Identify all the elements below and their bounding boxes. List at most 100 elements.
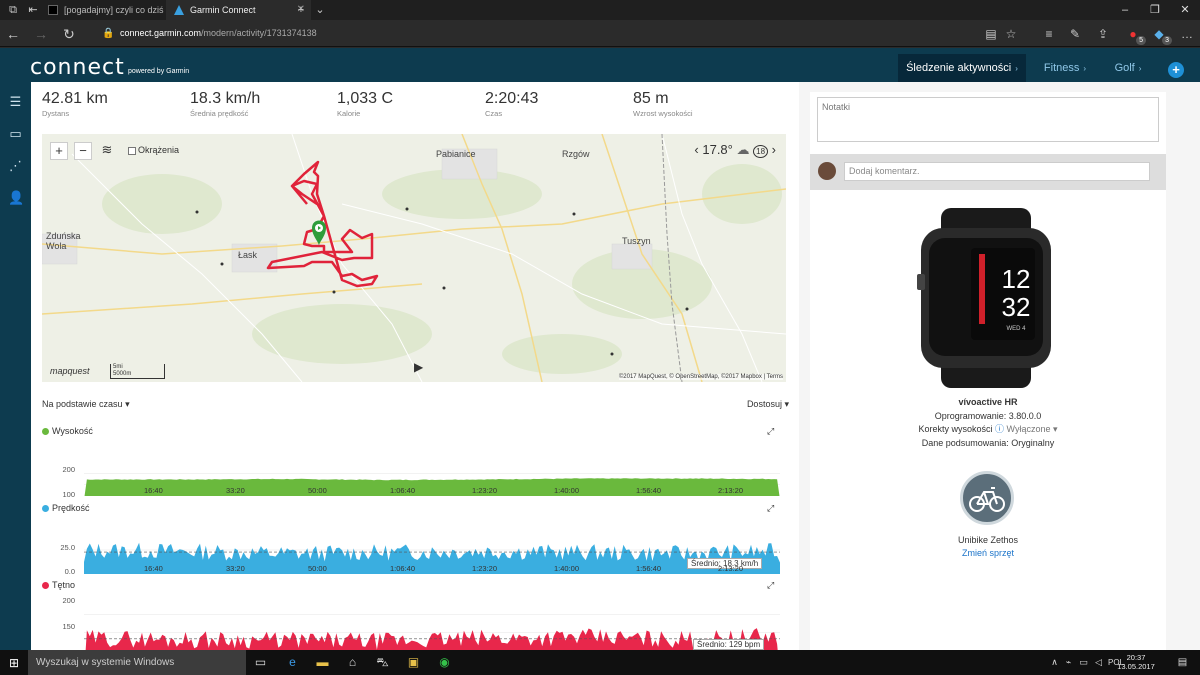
map-copyright[interactable]: ©2017 MapQuest, © OpenStreetMap, ©2017 M… xyxy=(618,374,783,380)
url-path: /modern/activity/1731374138 xyxy=(201,28,317,38)
garmin-favicon-icon xyxy=(174,5,184,15)
change-gear-link[interactable]: Zmień sprzęt xyxy=(810,547,1166,560)
browser-tab-garmin[interactable]: Garmin Connect ✕ xyxy=(166,0,311,20)
app-icon[interactable]: ▣ xyxy=(405,654,422,671)
reading-view-icon[interactable]: ▤ xyxy=(982,25,1000,43)
left-nav-rail: ☰ ▭ ⋰ 👤 xyxy=(0,82,31,650)
hr-chart[interactable] xyxy=(84,597,780,650)
extension-icon[interactable]: ◆ 3 xyxy=(1150,25,1172,45)
expand-speed-icon[interactable]: ⤢ xyxy=(767,503,774,514)
zoom-in-button[interactable]: + xyxy=(50,142,68,160)
taskbar-search[interactable]: Wyszukaj w systemie Windows xyxy=(28,650,246,675)
ublock-extension-icon[interactable]: ● 5 xyxy=(1124,25,1146,45)
weather-widget[interactable]: ‹ 17.8° ☁ 18 › xyxy=(694,142,776,158)
more-menu-icon[interactable]: … xyxy=(1178,25,1196,43)
cloud-icon: ☁ xyxy=(736,142,750,157)
task-view-icon[interactable]: ▭ xyxy=(252,654,269,671)
main-content: 42.81 km Dystans 18.3 km/h Średnia prędk… xyxy=(31,82,1200,650)
comment-bar: Dodaj komentarz. xyxy=(810,154,1166,190)
expand-hr-icon[interactable]: ⤢ xyxy=(767,580,774,591)
elevation-chart[interactable] xyxy=(84,462,780,496)
x-tick: 50:00 xyxy=(308,564,327,573)
laps-checkbox[interactable]: Okrążenia xyxy=(128,145,179,155)
tab-activity-tracking[interactable]: Śledzenie aktywności › xyxy=(898,54,1026,82)
taskbar-clock[interactable]: 20:37 13.05.2017 xyxy=(1116,653,1156,671)
hr-average-label: Średnio: 129 bpm xyxy=(693,639,765,650)
adjust-dropdown[interactable]: Dostosuj ▾ xyxy=(747,399,789,410)
stat-label: Dystans xyxy=(42,109,70,118)
url-field[interactable]: 🔒 connect.garmin.com/modern/activity/173… xyxy=(100,24,970,43)
garmin-header: connect powered by Garmin Śledzenie akty… xyxy=(0,48,1200,82)
watch-image: 12 32 WED 4 xyxy=(917,208,1051,388)
dropdown-label: Dostosuj xyxy=(746,399,782,409)
inbox-icon[interactable]: ▭ xyxy=(8,126,23,141)
stat-label: Średnia prędkość xyxy=(190,109,249,118)
hub-icon[interactable]: ≡ xyxy=(1040,25,1058,43)
tab-manager-icon[interactable]: ⧉ xyxy=(6,3,20,17)
windows-start-icon[interactable]: ⊞ xyxy=(9,656,19,670)
file-explorer-icon[interactable]: ▬ xyxy=(314,654,331,671)
elev-corr-dropdown[interactable]: Wyłączone ▾ xyxy=(1007,424,1058,434)
x-tick: 50:00 xyxy=(308,486,327,495)
x-tick: 1:40:00 xyxy=(554,564,580,573)
close-window-icon[interactable]: ✕ xyxy=(1170,0,1200,20)
clock-time: 20:37 xyxy=(1126,653,1146,662)
map-town-label: Łask xyxy=(238,250,258,260)
tab-list-chevron-icon[interactable]: ⌄ xyxy=(313,3,327,17)
address-bar: ← → ↻ 🔒 connect.garmin.com/modern/activi… xyxy=(0,20,1200,47)
elevation-corrections: Korekty wysokości ⓘ Wyłączone ▾ xyxy=(810,423,1166,437)
tab-fitness[interactable]: Fitness › xyxy=(1030,54,1100,82)
checkbox-icon xyxy=(128,146,136,155)
car-app-icon[interactable]: ⛍ xyxy=(374,654,391,671)
gear-name: Unibike Zethos xyxy=(957,535,1019,545)
y-tick: 200 xyxy=(62,465,75,474)
comment-input[interactable]: Dodaj komentarz. xyxy=(844,162,1150,181)
play-route-icon[interactable]: ▶ xyxy=(414,360,423,374)
weather-prev-icon[interactable]: ‹ xyxy=(694,142,698,157)
browser-tab-pogadajmy[interactable]: [pogadajmy] czyli co dziś ro xyxy=(40,0,166,20)
logo-subtitle: powered by Garmin xyxy=(128,68,190,75)
mapquest-logo: mapquest xyxy=(50,366,90,376)
back-icon[interactable]: ← xyxy=(4,25,22,43)
menu-icon[interactable]: ☰ xyxy=(8,94,23,109)
edge-icon[interactable]: e xyxy=(284,654,301,671)
y-tick: 200 xyxy=(62,596,75,605)
volume-icon[interactable]: ◁ xyxy=(1090,654,1107,671)
notes-field[interactable]: Notatki xyxy=(817,97,1159,142)
route-map[interactable]: Pabianice Rzgów Zduńska Wola Łask Tuszyn… xyxy=(42,134,786,382)
tab-back-icon[interactable]: ⇤ xyxy=(26,3,40,17)
chart-title-text: Tętno xyxy=(52,580,76,590)
minimize-icon[interactable]: – xyxy=(1110,0,1140,20)
connect-logo[interactable]: connect xyxy=(30,55,125,80)
favorite-star-icon[interactable]: ☆ xyxy=(1002,25,1020,43)
zoom-out-button[interactable]: − xyxy=(74,142,92,160)
refresh-icon[interactable]: ↻ xyxy=(60,25,78,43)
stat-label: Wzrost wysokości xyxy=(633,109,693,118)
bicycle-icon xyxy=(969,487,1005,512)
help-icon[interactable]: ⓘ xyxy=(995,424,1004,434)
stat-value: 18.3 km/h xyxy=(190,90,261,107)
x-tick: 1:40:00 xyxy=(554,486,580,495)
weather-next-icon[interactable]: › xyxy=(772,142,776,157)
whatsapp-icon[interactable]: ◉ xyxy=(436,654,453,671)
store-icon[interactable]: ⌂ xyxy=(344,654,361,671)
web-note-icon[interactable]: ✎ xyxy=(1066,25,1084,43)
connections-icon[interactable]: ⋰ xyxy=(8,158,23,173)
share-icon[interactable]: ⇪ xyxy=(1094,25,1112,43)
speed-chart[interactable] xyxy=(84,538,780,574)
time-basis-dropdown[interactable]: Na podstawie czasu ▾ xyxy=(42,399,130,410)
map-layers-icon[interactable]: ≋ xyxy=(98,142,116,160)
elevation-chart-title: Wysokość xyxy=(42,426,93,436)
add-button[interactable]: + xyxy=(1168,62,1184,78)
caret-down-icon: ▾ xyxy=(125,399,130,409)
forward-icon[interactable]: → xyxy=(32,25,50,43)
profile-icon[interactable]: 👤 xyxy=(8,190,24,205)
hr-chart-title: Tętno xyxy=(42,580,75,590)
tab-golf[interactable]: Golf › xyxy=(1102,54,1154,82)
x-tick: 2:13:20 xyxy=(718,564,744,573)
notifications-icon[interactable]: ▤ xyxy=(1174,654,1191,671)
dropdown-label: Na podstawie czasu xyxy=(42,399,123,409)
new-tab-icon[interactable]: + xyxy=(294,3,308,17)
expand-elevation-icon[interactable]: ⤢ xyxy=(767,426,774,437)
maximize-icon[interactable]: ❐ xyxy=(1140,0,1170,20)
